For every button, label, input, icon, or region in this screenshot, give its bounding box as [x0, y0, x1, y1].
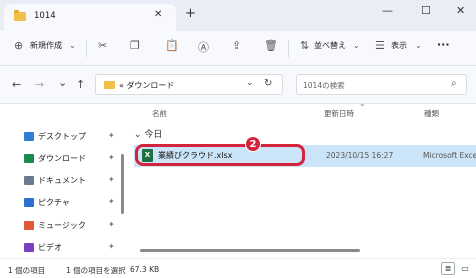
sort-button[interactable]: 並べ替え — [314, 40, 346, 51]
document-icon — [24, 176, 34, 185]
forward-button[interactable]: → — [35, 78, 44, 91]
tab-close-icon[interactable]: ✕ — [154, 9, 162, 20]
pin-icon: ✦ — [108, 197, 115, 206]
picture-icon — [24, 198, 34, 207]
video-icon — [24, 243, 34, 252]
tab-title: 1014 — [34, 11, 56, 21]
pin-icon: ✦ — [108, 153, 115, 162]
file-date: 2023/10/15 16:27 — [326, 151, 394, 160]
new-tab-button[interactable]: + — [185, 6, 196, 21]
title-bar: 1014 ✕ + — ☐ ✕ — [0, 0, 476, 31]
address-dropdown-icon[interactable]: ⌄ — [246, 78, 254, 88]
folder-icon — [14, 10, 26, 21]
new-button[interactable]: 新規作成 — [30, 40, 62, 51]
file-type: Microsoft Exce — [423, 151, 476, 160]
search-field[interactable]: 1014の検索 ⌕ — [296, 74, 467, 95]
delete-icon[interactable]: 🗑 — [264, 39, 278, 52]
highlight-box — [135, 144, 305, 166]
tiles-view-button[interactable]: ▭ — [458, 262, 472, 275]
sort-icon: ⇅ — [300, 39, 310, 52]
chevron-down-icon[interactable]: ⌄ — [415, 41, 422, 50]
sidebar-scrollbar[interactable] — [121, 154, 124, 214]
recent-locations-button[interactable]: ⌄ — [58, 76, 67, 89]
file-list: 名前 更新日時 種類 ⌄ ⌄ 今日 X 業績びクラウド.xlsx 2023/10… — [128, 99, 476, 258]
up-button[interactable]: ↑ — [76, 78, 85, 91]
rename-icon[interactable]: Ⓐ — [198, 39, 209, 55]
toolbar-divider — [86, 40, 87, 57]
column-header-type[interactable]: 種類 — [424, 108, 439, 119]
sidebar-item-label: デスクトップ — [38, 132, 86, 141]
search-icon: ⌕ — [451, 78, 457, 89]
address-field[interactable]: « ダウンロード ⌄ ↻ — [95, 74, 283, 95]
desktop-icon — [24, 132, 34, 141]
chevron-down-icon[interactable]: ⌄ — [353, 41, 360, 50]
folder-icon — [104, 81, 115, 89]
command-bar: ⊕ 新規作成 ⌄ ✂ ❐ 📋 Ⓐ ⇪ 🗑 ⇅ 並べ替え ⌄ ☰ 表示 ⌄ ··· — [0, 31, 476, 66]
cut-icon[interactable]: ✂ — [98, 39, 107, 52]
navigation-pane: デスクトップ ✦ ダウンロード ✦ ドキュメント ✦ ピクチャ ✦ ミュージック… — [0, 104, 124, 258]
more-options-button[interactable]: ··· — [437, 38, 450, 51]
horizontal-scrollbar[interactable] — [140, 249, 360, 252]
sort-chevron-icon: ⌄ — [359, 99, 366, 108]
step-number-badge: 2 — [245, 136, 261, 152]
toolbar-divider — [288, 40, 289, 57]
group-label: 今日 — [144, 130, 163, 140]
address-path[interactable]: « ダウンロード — [119, 80, 174, 91]
copy-icon[interactable]: ❐ — [130, 39, 140, 52]
column-header-name[interactable]: 名前 — [152, 108, 167, 119]
music-icon — [24, 221, 34, 230]
chevron-down-icon: ⌄ — [134, 130, 142, 140]
paste-icon[interactable]: 📋 — [165, 39, 179, 52]
maximize-button[interactable]: ☐ — [421, 4, 431, 17]
refresh-icon[interactable]: ↻ — [264, 78, 272, 89]
minimize-button[interactable]: — — [382, 4, 393, 17]
pin-icon: ✦ — [108, 131, 115, 140]
selected-count: 1 個の項目を選択 — [66, 266, 126, 275]
item-count: 1 個の項目 — [8, 266, 46, 275]
details-view-button[interactable]: ≣ — [441, 262, 455, 275]
sidebar-item-label: ビデオ — [38, 243, 62, 252]
selected-size: 67.3 KB — [130, 265, 160, 274]
chevron-down-icon[interactable]: ⌄ — [69, 41, 76, 50]
column-header-date[interactable]: 更新日時 — [324, 108, 354, 119]
view-button[interactable]: 表示 — [391, 40, 407, 51]
tab-1014[interactable]: 1014 ✕ — [4, 4, 176, 31]
pin-icon: ✦ — [108, 242, 115, 251]
group-header-today[interactable]: ⌄ 今日 — [134, 127, 162, 140]
view-icon: ☰ — [375, 39, 385, 52]
pin-icon: ✦ — [108, 220, 115, 229]
download-icon — [24, 154, 34, 163]
sidebar-item-label: ドキュメント — [38, 176, 86, 185]
pin-icon: ✦ — [108, 175, 115, 184]
close-window-button[interactable]: ✕ — [456, 4, 465, 17]
status-bar: 1 個の項目 1 個の項目を選択 67.3 KB ≣ ▭ — [0, 258, 476, 278]
search-placeholder: 1014の検索 — [303, 81, 345, 90]
sidebar-item-label: ミュージック — [38, 221, 86, 230]
back-button[interactable]: ← — [12, 78, 21, 91]
share-icon[interactable]: ⇪ — [232, 39, 241, 52]
sidebar-item-label: ピクチャ — [38, 198, 70, 207]
address-bar-row: ← → ⌄ ↑ « ダウンロード ⌄ ↻ 1014の検索 ⌕ — [0, 66, 476, 104]
new-icon: ⊕ — [14, 39, 24, 52]
sidebar-item-label: ダウンロード — [38, 154, 86, 163]
